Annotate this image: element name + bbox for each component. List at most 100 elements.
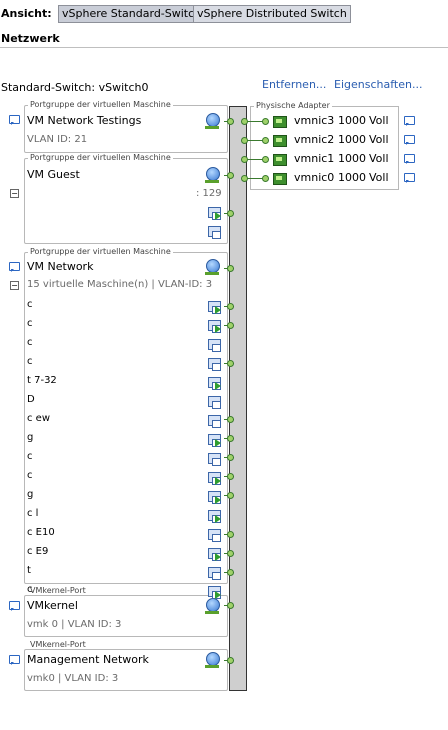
vm-name[interactable]: t [27,565,31,576]
vm-icon[interactable] [208,396,221,409]
connection-dot [227,118,234,125]
uplink-dot [241,175,248,182]
vm-name[interactable]: c [27,356,33,367]
vm-name[interactable]: c E10 [27,527,55,538]
vm-powered-on-icon[interactable] [208,548,221,561]
tab-distributed-switch[interactable]: vSphere Distributed Switch [193,5,351,23]
network-base-icon [205,611,219,614]
connection-dot [227,416,234,423]
comment-icon[interactable] [9,655,20,665]
vm-name[interactable]: g [27,432,33,443]
connection-dot [227,360,234,367]
collapse-toggle[interactable]: − [10,281,19,290]
portgroup-vm-count: 15 virtuelle Maschine(n) | VLAN-ID: 3 [27,279,213,290]
connection-dot [227,322,234,329]
vm-name[interactable]: c [27,299,33,310]
physical-adapters-caption: Physische Adapter [254,101,332,110]
vm-name[interactable]: c l [27,508,38,519]
adapter-name[interactable]: vmnic0 [294,171,334,184]
adapter-name[interactable]: vmnic1 [294,152,334,165]
vm-powered-on-icon[interactable] [208,491,221,504]
network-globe-icon[interactable] [206,652,220,666]
adapter-speed: 1000 [338,114,366,127]
connection-dot [227,210,234,217]
adapter-name[interactable]: vmnic3 [294,114,334,127]
comment-icon[interactable] [9,601,20,611]
uplink-dot [241,156,248,163]
uplink-dot [262,175,269,182]
portgroup-vlan: vmk 0 | VLAN ID: 3 [27,619,122,630]
uplink-dot [262,137,269,144]
vm-name[interactable]: c [27,451,33,462]
network-globe-icon[interactable] [206,167,220,181]
vm-icon[interactable] [208,415,221,428]
connection-dot [227,473,234,480]
vm-name[interactable]: c [27,584,33,595]
vm-icon[interactable] [208,453,221,466]
vm-powered-on-icon[interactable] [208,377,221,390]
vm-name[interactable]: g [27,489,33,500]
vm-name[interactable]: t 7-32 [27,375,57,386]
vm-icon[interactable] [208,567,221,580]
vm-name[interactable]: c [27,337,33,348]
uplink-dot [241,137,248,144]
vm-icon[interactable] [208,339,221,352]
portgroup-caption: VMkernel-Port [28,586,88,595]
portgroup-vlan: vmk0 | VLAN ID: 3 [27,673,119,684]
network-base-icon [205,665,219,668]
adapter-speed: 1000 [338,171,366,184]
network-globe-icon[interactable] [206,598,220,612]
uplink-dot [262,156,269,163]
comment-icon[interactable] [404,173,415,183]
network-globe-icon[interactable] [206,113,220,127]
vm-powered-on-icon[interactable] [208,472,221,485]
vm-powered-on-icon[interactable] [208,320,221,333]
connection-dot [227,550,234,557]
network-base-icon [205,272,219,275]
vm-powered-on-icon[interactable] [208,510,221,523]
comment-icon[interactable] [404,154,415,164]
vm-powered-on-icon[interactable] [208,207,221,220]
tab-standard-switch[interactable]: vSphere Standard-Switch [58,5,206,23]
portgroup-caption: VMkernel-Port [28,640,88,649]
vm-name[interactable]: c [27,470,33,481]
adapter-duplex: Voll [369,114,389,127]
vm-powered-on-icon[interactable] [208,434,221,447]
portgroup-box [24,105,228,153]
network-base-icon [205,180,219,183]
vm-icon[interactable] [208,358,221,371]
vm-name[interactable]: D [27,394,35,405]
uplink-dot [241,118,248,125]
vm-powered-on-icon[interactable] [208,301,221,314]
connection-dot [227,435,234,442]
vm-name[interactable]: c ew [27,413,50,424]
comment-icon[interactable] [404,135,415,145]
comment-icon[interactable] [404,116,415,126]
nic-icon [273,116,287,128]
comment-icon[interactable] [9,115,20,125]
adapter-duplex: Voll [369,152,389,165]
remove-link[interactable]: Entfernen... [262,78,326,91]
vm-icon[interactable] [208,529,221,542]
nic-icon [273,154,287,166]
portgroup-name: VMkernel [27,599,78,612]
connection-dot [227,602,234,609]
vm-icon[interactable] [208,226,221,239]
connection-dot [227,454,234,461]
portgroup-vlan: : 129 [196,188,222,199]
adapter-duplex: Voll [369,133,389,146]
vm-name[interactable]: c [27,318,33,329]
collapse-toggle[interactable]: − [10,189,19,198]
adapter-name[interactable]: vmnic2 [294,133,334,146]
network-globe-icon[interactable] [206,259,220,273]
nic-icon [273,135,287,147]
adapter-duplex: Voll [369,171,389,184]
portgroup-name: VM Guest [27,168,80,181]
view-label: Ansicht: [1,7,52,20]
vm-name[interactable]: c E9 [27,546,48,557]
nic-icon [273,173,287,185]
comment-icon[interactable] [9,262,20,272]
portgroup-name: VM Network [27,260,94,273]
vm-powered-on-icon[interactable] [208,586,221,599]
properties-link[interactable]: Eigenschaften... [334,78,422,91]
